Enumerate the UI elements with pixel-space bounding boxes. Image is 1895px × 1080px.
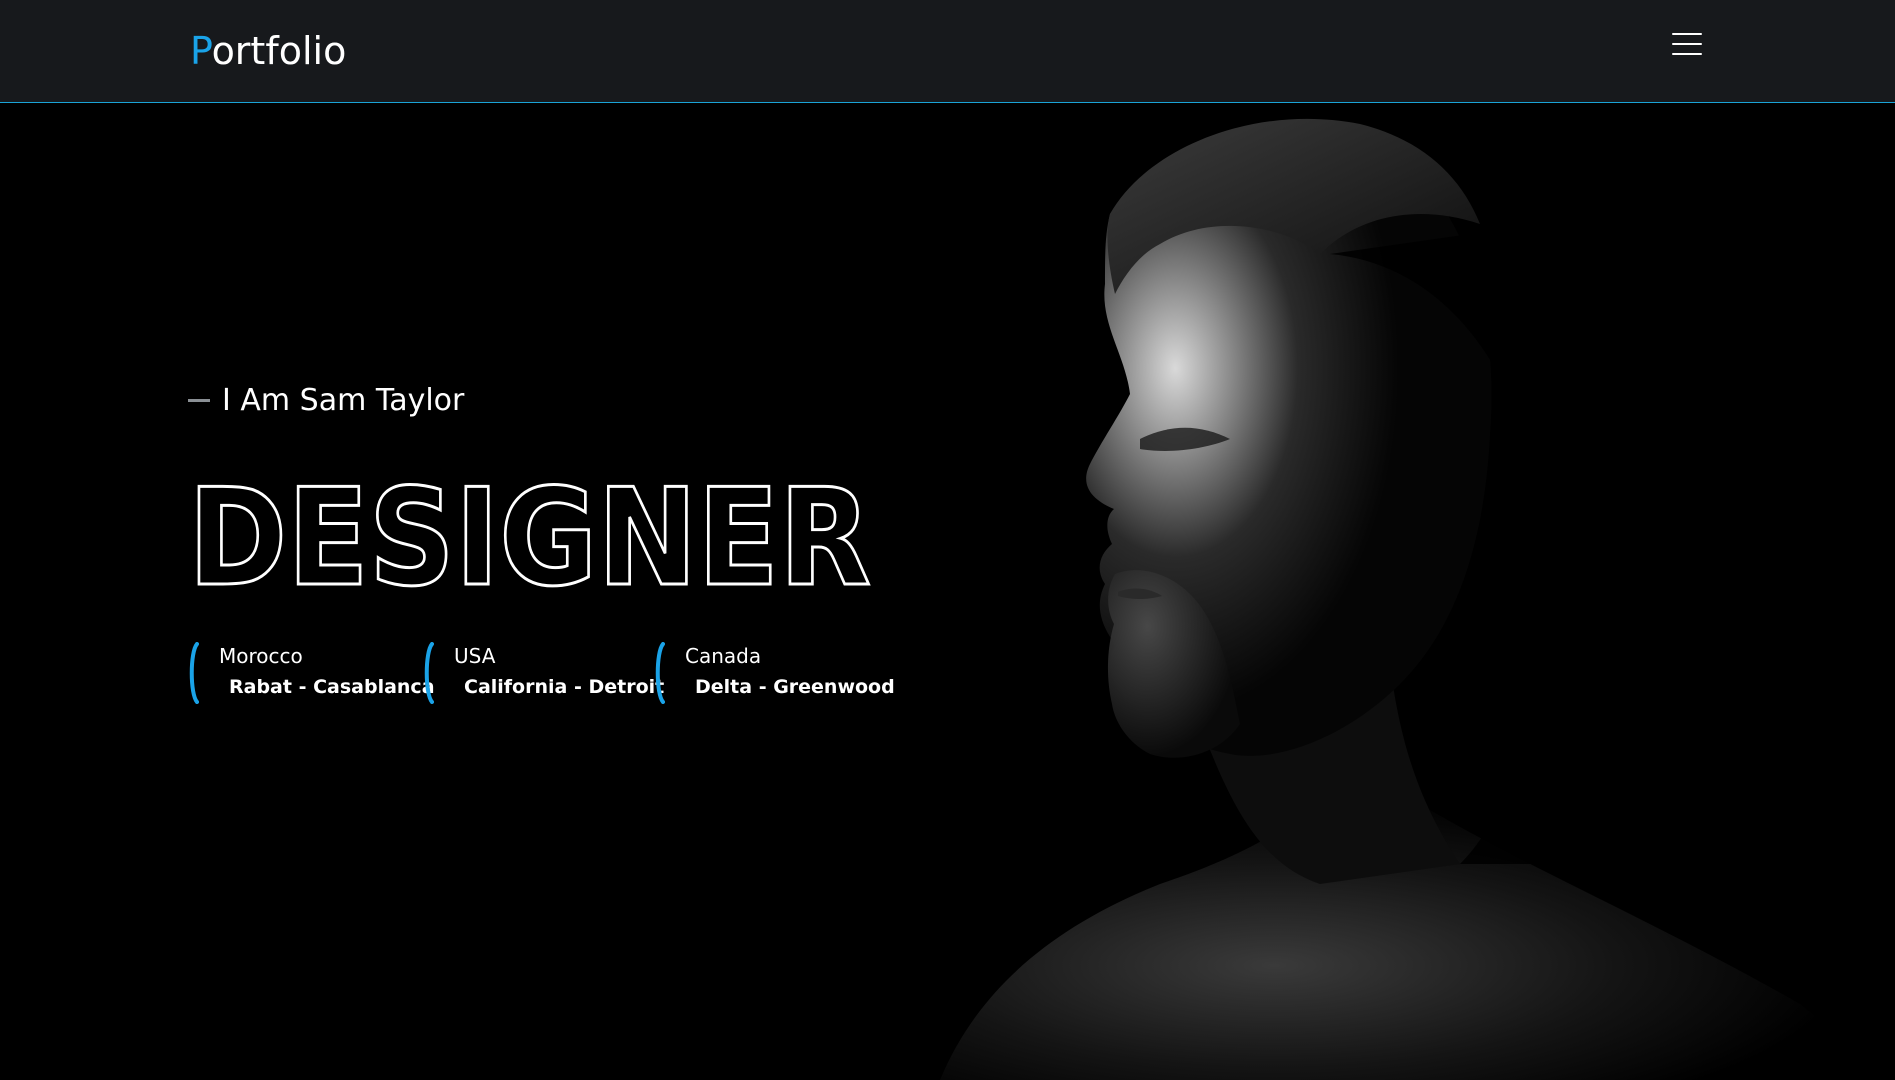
- logo-accent-letter: P: [190, 29, 212, 73]
- hamburger-menu-icon[interactable]: [1672, 30, 1704, 60]
- location-cities: Delta - Greenwood: [695, 676, 895, 698]
- bracket-icon: [189, 642, 199, 704]
- intro-dash: [188, 398, 210, 402]
- location-cities: Rabat - Casablanca: [229, 676, 435, 698]
- location-country: Morocco: [219, 644, 303, 668]
- location-item: Canada Delta - Greenwood: [653, 640, 895, 706]
- logo[interactable]: Portfolio: [190, 26, 346, 76]
- intro-text: I Am Sam Taylor: [222, 382, 465, 418]
- location-country: USA: [454, 644, 496, 668]
- menu-line: [1672, 33, 1702, 35]
- portrait-image: [940, 118, 1895, 1080]
- logo-text: ortfolio: [211, 29, 347, 73]
- menu-line: [1672, 43, 1702, 45]
- intro-line: I Am Sam Taylor: [188, 378, 464, 422]
- location-item: Morocco Rabat - Casablanca: [187, 640, 435, 706]
- bracket-icon: [424, 642, 434, 704]
- page: Portfolio I Am Sam Taylor DESIGNER Moroc…: [0, 0, 1895, 1080]
- location-country: Canada: [685, 644, 762, 668]
- location-item: USA California - Detroit: [422, 640, 664, 706]
- hero-headline: DESIGNER: [188, 462, 908, 597]
- hero-headline-text: DESIGNER: [188, 462, 871, 597]
- bracket-icon: [655, 642, 665, 704]
- top-navbar: Portfolio: [0, 0, 1895, 103]
- location-cities: California - Detroit: [464, 676, 665, 698]
- menu-line: [1672, 53, 1702, 55]
